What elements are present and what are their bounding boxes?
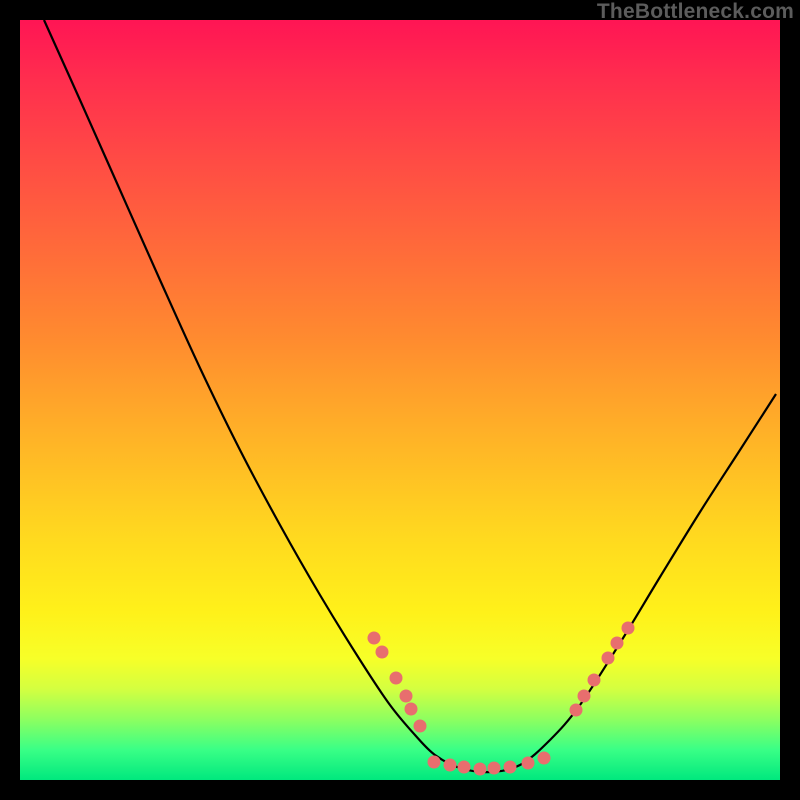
chart-frame: TheBottleneck.com	[0, 0, 800, 800]
marker-dot	[488, 762, 501, 775]
marker-dot	[522, 757, 535, 770]
plot-area	[20, 20, 780, 780]
marker-dot	[414, 720, 427, 733]
marker-dot	[390, 672, 403, 685]
marker-dot	[368, 632, 381, 645]
plateau-markers	[368, 622, 635, 776]
marker-dot	[611, 637, 624, 650]
curve-svg	[20, 20, 780, 780]
marker-dot	[538, 752, 551, 765]
marker-dot	[458, 761, 471, 774]
marker-dot	[570, 704, 583, 717]
marker-dot	[602, 652, 615, 665]
marker-dot	[578, 690, 591, 703]
marker-dot	[444, 759, 457, 772]
marker-dot	[474, 763, 487, 776]
marker-dot	[588, 674, 601, 687]
marker-dot	[504, 761, 517, 774]
marker-dot	[400, 690, 413, 703]
bottleneck-curve	[44, 20, 776, 772]
marker-dot	[428, 756, 441, 769]
marker-dot	[405, 703, 418, 716]
marker-dot	[622, 622, 635, 635]
marker-dot	[376, 646, 389, 659]
